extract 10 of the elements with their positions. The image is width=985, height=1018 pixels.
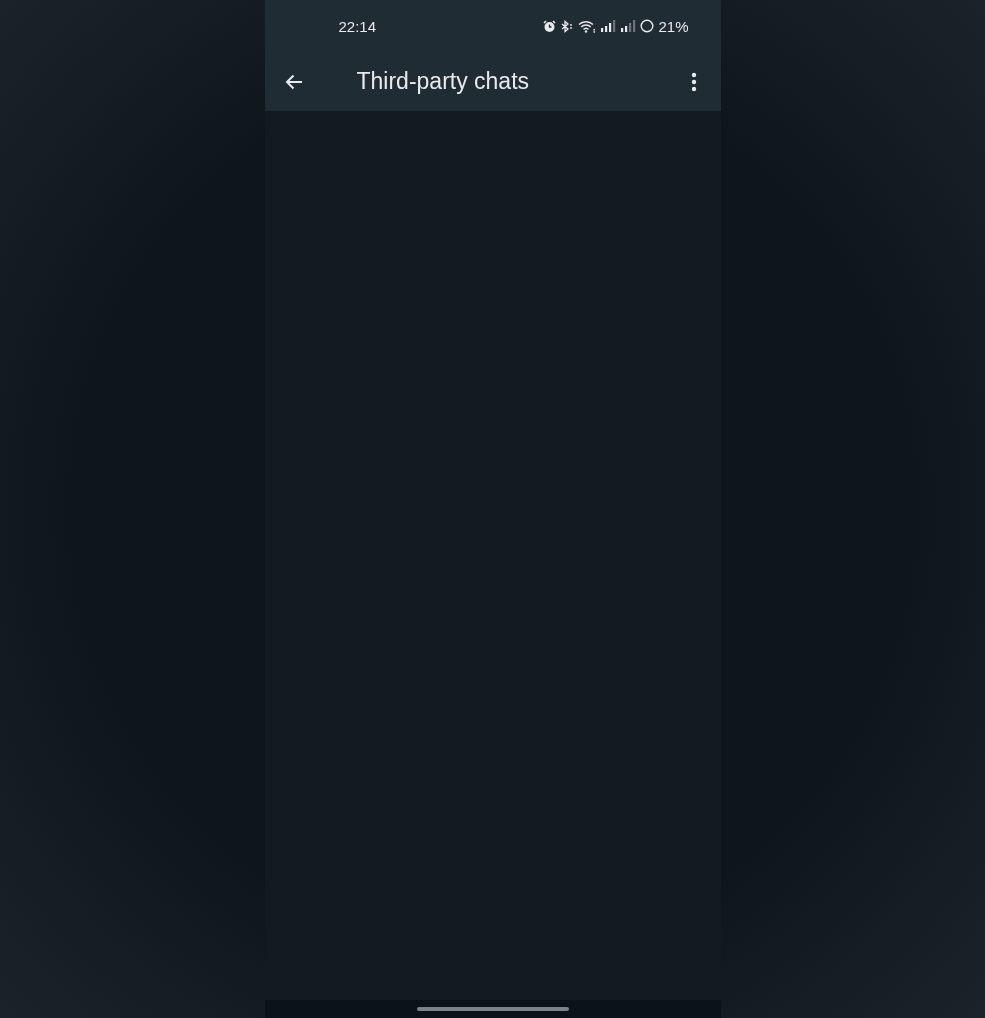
- battery-icon: [640, 19, 655, 33]
- wifi-icon: [578, 19, 597, 33]
- signal-icon: [600, 20, 617, 32]
- more-options-button[interactable]: [690, 70, 697, 93]
- screen-title: Third-party chats: [356, 68, 531, 95]
- battery-percent: 21%: [658, 17, 689, 35]
- bluetooth-icon: [560, 19, 575, 33]
- status-time: 22:14: [338, 17, 377, 35]
- signal-icon: [620, 20, 637, 32]
- alarm-icon: [543, 19, 557, 33]
